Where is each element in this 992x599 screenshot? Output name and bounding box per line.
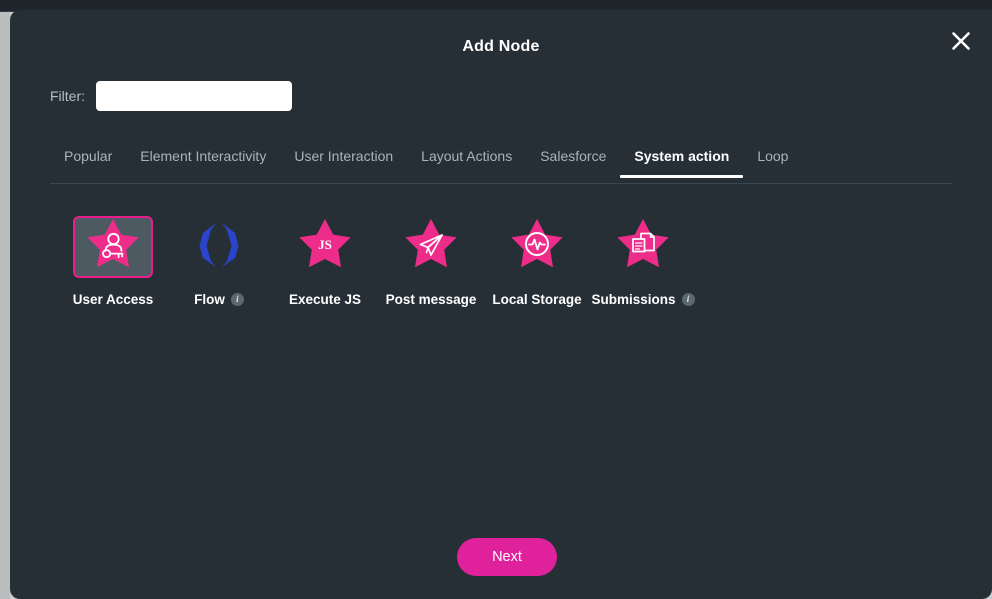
tab-layout-actions[interactable]: Layout Actions [407, 144, 526, 178]
tab-salesforce[interactable]: Salesforce [526, 144, 620, 178]
tab-popular[interactable]: Popular [50, 144, 126, 178]
left-background-strip [0, 0, 10, 599]
info-icon[interactable]: i [231, 293, 244, 306]
node-icon-box [391, 216, 471, 278]
svg-text:JS: JS [318, 237, 332, 252]
node-label-row: Execute JS [289, 292, 361, 307]
filter-row: Filter: [50, 76, 292, 116]
paper-plane-star-icon [402, 217, 460, 278]
info-icon[interactable]: i [682, 293, 695, 306]
screen: Add Node Filter: Popular Element Interac… [0, 0, 992, 599]
add-node-dialog: Add Node Filter: Popular Element Interac… [10, 10, 992, 599]
close-icon[interactable] [944, 24, 978, 58]
tab-user-interaction[interactable]: User Interaction [280, 144, 407, 178]
tab-element-interactivity[interactable]: Element Interactivity [126, 144, 280, 178]
node-label: Post message [386, 292, 477, 307]
node-local-storage[interactable]: Local Storage [484, 216, 590, 307]
node-label: Execute JS [289, 292, 361, 307]
node-label-row: Flow i [194, 292, 244, 307]
node-execute-js[interactable]: JS Execute JS [272, 216, 378, 307]
dialog-title: Add Node [10, 38, 992, 56]
node-flow[interactable]: Flow i [166, 216, 272, 307]
node-label: User Access [73, 292, 154, 307]
filter-label: Filter: [50, 88, 85, 104]
node-label-row: Post message [386, 292, 477, 307]
node-icon-box [603, 216, 683, 278]
node-icon-box: JS [285, 216, 365, 278]
node-submissions[interactable]: Submissions i [590, 216, 696, 307]
user-key-star-icon [84, 217, 142, 278]
document-star-icon [614, 217, 672, 278]
node-icon-box [179, 216, 259, 278]
filter-input[interactable] [96, 81, 292, 111]
node-label-row: User Access [73, 292, 154, 307]
js-star-icon: JS [296, 217, 354, 278]
tab-loop[interactable]: Loop [743, 144, 802, 178]
next-button[interactable]: Next [457, 538, 557, 576]
pulse-circle-star-icon [508, 217, 566, 278]
node-label-row: Local Storage [492, 292, 581, 307]
node-label-row: Submissions i [591, 292, 694, 307]
node-icon-box [73, 216, 153, 278]
node-post-message[interactable]: Post message [378, 216, 484, 307]
node-grid: User Access Flow i [60, 216, 696, 307]
node-user-access[interactable]: User Access [60, 216, 166, 307]
tab-system-action[interactable]: System action [620, 144, 743, 178]
node-label: Local Storage [492, 292, 581, 307]
category-tabs: Popular Element Interactivity User Inter… [50, 144, 952, 184]
flow-brackets-icon [190, 217, 248, 278]
node-label: Flow [194, 292, 225, 307]
node-label: Submissions [591, 292, 675, 307]
node-icon-box [497, 216, 577, 278]
